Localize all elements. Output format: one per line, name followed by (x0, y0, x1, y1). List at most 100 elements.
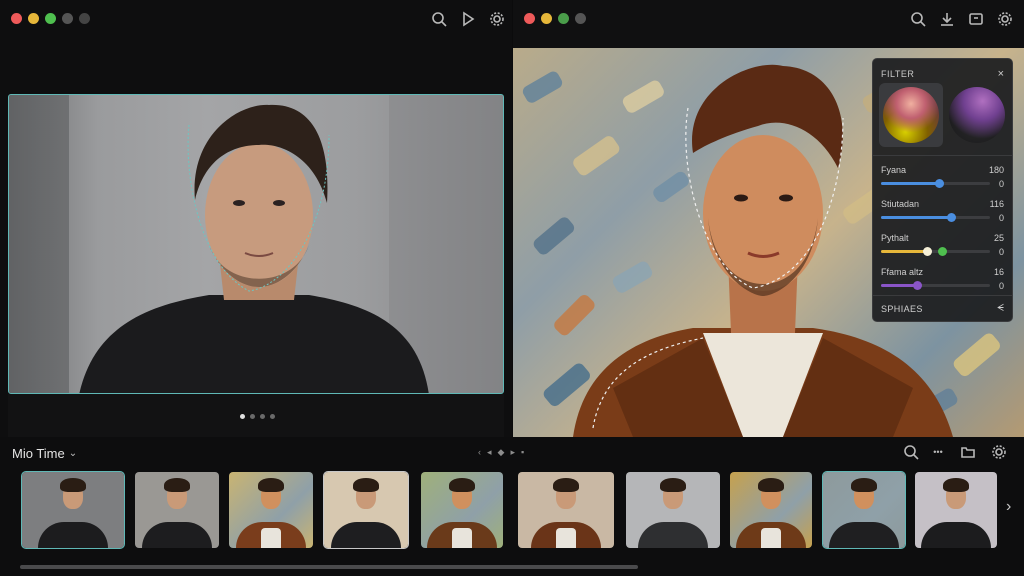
carousel-dot[interactable] (260, 414, 265, 419)
warm-color-wheel[interactable] (879, 83, 943, 147)
right-titlebar (513, 0, 1024, 38)
carousel-indicator (240, 414, 275, 419)
slider-value-secondary: 0 (998, 247, 1004, 257)
search-icon[interactable] (430, 10, 447, 27)
window-control-dot[interactable] (45, 13, 56, 24)
chevron-down-icon: ⌄ (68, 448, 78, 459)
thumbnail-figure-body (142, 522, 212, 548)
thumbnail-figure-body (38, 522, 108, 548)
slider-knob[interactable] (934, 179, 944, 188)
thumbnail-item[interactable] (626, 472, 720, 548)
slider-value: 180 (988, 165, 1004, 175)
playback-mini-controls: ‹ ◂ ◆ ▸ ▪ (478, 447, 524, 458)
slider-row: Stiutadan 116 0 (881, 199, 1004, 229)
color-wheel-icon (949, 87, 1005, 143)
portrait-photo-illustration (9, 95, 503, 393)
close-icon[interactable]: × (998, 68, 1004, 80)
window-control-dot[interactable] (28, 13, 39, 24)
gear-icon[interactable] (488, 10, 505, 27)
window-control-dot[interactable] (62, 13, 73, 24)
slider-row: Ffama altz 16 0 (881, 267, 1004, 297)
gear-icon[interactable] (990, 443, 1007, 460)
slider-fill (881, 182, 939, 185)
thumbnail-item[interactable] (135, 472, 219, 548)
folder-icon[interactable] (959, 443, 976, 460)
download-icon[interactable] (938, 10, 955, 27)
window-control-dot[interactable] (541, 13, 552, 24)
thumbnail-figure-body (331, 522, 401, 548)
slider-track[interactable] (881, 213, 990, 222)
thumbnail-item[interactable] (21, 471, 125, 549)
filmstrip-toolbar: ••• (902, 443, 1007, 460)
slider-value: 25 (993, 233, 1004, 243)
thumbnail-figure-shirt (452, 528, 472, 548)
horizontal-scrollbar[interactable] (20, 565, 638, 569)
right-toolbar (909, 10, 1013, 27)
thumbnail-figure-shirt (761, 528, 781, 548)
mini-control-button[interactable]: ‹ (478, 447, 481, 458)
filter-panel-title: FILTER (881, 69, 915, 79)
window-control-dot[interactable] (558, 13, 569, 24)
slider-track[interactable] (881, 281, 990, 290)
window-controls (11, 13, 90, 24)
filter-panel-footer: SPHIAES ᗕ (881, 303, 1004, 314)
thumbnail-figure-hair (943, 478, 969, 493)
slider-fill (881, 250, 927, 253)
slider-knob[interactable] (912, 281, 922, 290)
slider-value-secondary: 0 (998, 179, 1004, 189)
carousel-dot[interactable] (270, 414, 275, 419)
thumbnail-figure-body (638, 522, 708, 548)
window-control-dot[interactable] (11, 13, 22, 24)
play-icon[interactable] (459, 10, 476, 27)
thumbnail-figure-hair (353, 478, 379, 493)
thumbnail-item[interactable] (915, 472, 997, 548)
window-control-dot[interactable] (79, 13, 90, 24)
frame-icon[interactable] (967, 10, 984, 27)
slider-fill (881, 284, 917, 287)
thumbnail-item[interactable] (421, 472, 503, 548)
next-arrow-icon[interactable]: › (1006, 498, 1011, 516)
thumbnail-item[interactable] (822, 471, 906, 549)
thumbnail-item[interactable] (229, 472, 313, 548)
thumbnail-item[interactable] (323, 471, 409, 549)
expand-icon[interactable]: ᗕ (997, 303, 1004, 314)
thumbnail-figure-hair (60, 478, 86, 493)
slider-knob[interactable] (922, 247, 932, 256)
more-icon[interactable]: ••• (927, 443, 949, 460)
filter-panel-header: FILTER × (881, 67, 1004, 81)
slider-label: Pythalt (881, 233, 909, 243)
left-titlebar (0, 0, 512, 38)
thumbnail-item[interactable] (730, 472, 812, 548)
divider (873, 155, 1012, 156)
thumbnail-figure-hair (851, 478, 877, 493)
slider-knob[interactable] (946, 213, 956, 222)
thumbnail-figure-hair (553, 478, 579, 493)
slider-fill (881, 216, 951, 219)
left-toolbar (430, 10, 505, 27)
search-icon[interactable] (909, 10, 926, 27)
slider-track[interactable] (881, 247, 990, 256)
slider-value-secondary: 0 (998, 213, 1004, 223)
thumbnail-figure-hair (660, 478, 686, 493)
mini-control-button[interactable]: ◆ (498, 447, 505, 458)
mini-control-button[interactable]: ▪ (521, 447, 524, 458)
slider-track[interactable] (881, 179, 990, 188)
collection-dropdown[interactable]: Mio Time ⌄ (12, 446, 77, 461)
cool-color-wheel[interactable] (945, 83, 1009, 147)
window-control-dot[interactable] (524, 13, 535, 24)
color-wheel-icon (883, 87, 939, 143)
slider-knob-secondary[interactable] (938, 247, 948, 256)
mini-control-button[interactable]: ◂ (487, 447, 492, 458)
filter-panel: FILTER × Fyana 180 0 Stiutadan 116 0 Pythalt 25… (872, 58, 1013, 322)
window-control-dot[interactable] (575, 13, 586, 24)
carousel-dot[interactable] (250, 414, 255, 419)
source-photo[interactable] (8, 94, 504, 394)
thumbnail-figure-body (829, 522, 899, 548)
gear-icon[interactable] (996, 10, 1013, 27)
carousel-dot[interactable] (240, 414, 245, 419)
divider (873, 295, 1012, 296)
mini-control-button[interactable]: ▸ (510, 447, 515, 458)
slider-row: Fyana 180 0 (881, 165, 1004, 195)
thumbnail-item[interactable] (518, 472, 614, 548)
search-icon[interactable] (902, 443, 919, 460)
